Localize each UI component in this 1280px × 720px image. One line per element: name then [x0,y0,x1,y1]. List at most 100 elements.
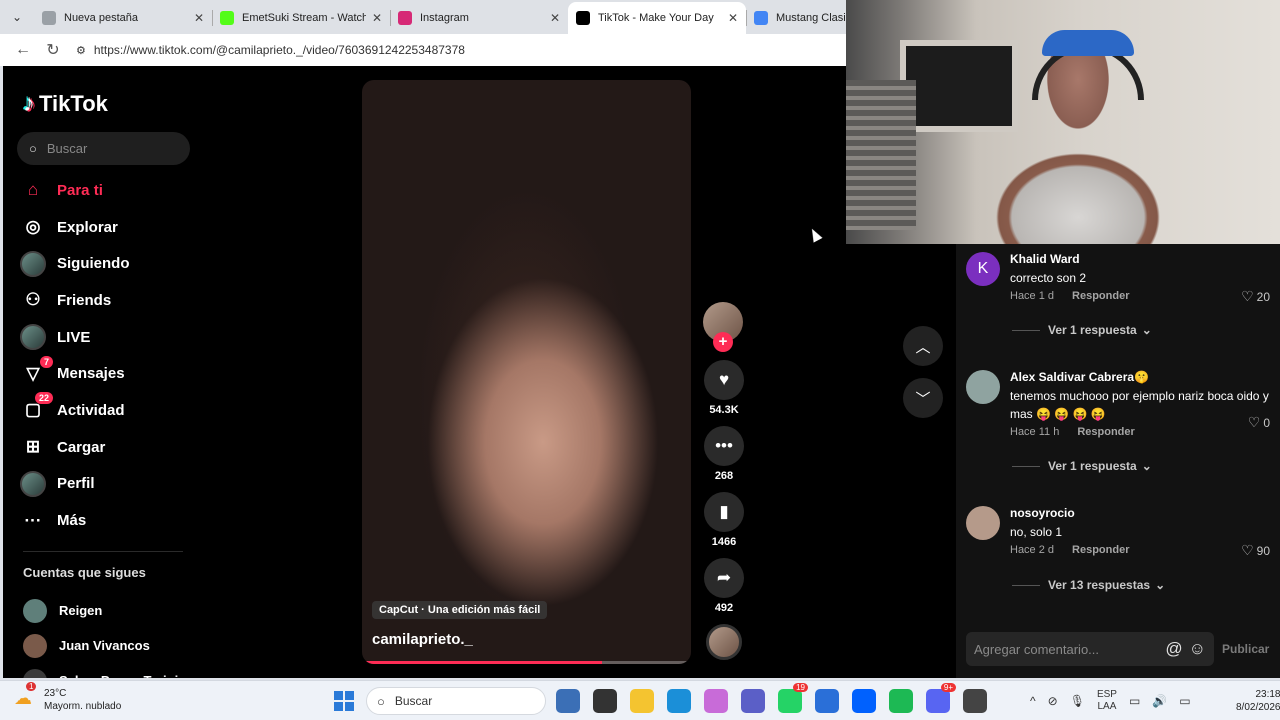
share-icon[interactable]: ➦ [704,558,744,598]
sidebar-item-mensajes[interactable]: ▽ 7 Mensajes [19,355,189,392]
sidebar-item-siguiendo[interactable]: Siguiendo [19,245,189,282]
comment-like-button[interactable]: ♡ 20 [1241,288,1270,305]
browser-tab[interactable]: Nueva pestaña ✕ [34,2,212,34]
following-item[interactable]: Juan Vivancos [23,628,194,663]
comment-time: Hace 11 h [1010,426,1060,438]
bookmark-icon[interactable]: ▮ [704,492,744,532]
clock-date: 8/02/2026 [1236,702,1280,713]
video-progress-bar[interactable] [362,661,691,664]
sidebar-item-live[interactable]: LIVE [19,319,189,356]
reload-icon[interactable]: ↻ [38,40,68,60]
sidebar-item-cargar[interactable]: ⊞ Cargar [19,429,189,466]
sidebar-item-friends[interactable]: ⚇ Friends [19,282,189,319]
url-field[interactable]: ⚙ https://www.tiktok.com/@camilaprieto._… [76,43,465,57]
search-input[interactable]: ○ Buscar [17,132,190,165]
heart-outline-icon: ♡ [1241,542,1254,558]
reply-button[interactable]: Responder [1077,426,1134,438]
dropbox-icon[interactable] [852,689,876,713]
following-name: Sebas Power Training [59,673,194,678]
app-icon[interactable] [963,689,987,713]
comment-item: K Khalid Ward correcto son 2 Hace 1 d Respon… [966,252,1270,305]
comment-author[interactable]: Alex Saldivar Cabrera🤫 [1010,370,1270,384]
comment-item: Alex Saldivar Cabrera🤫 tenemos muchooo po… [966,370,1270,438]
tab-close-icon[interactable]: ✕ [194,11,204,25]
weather-widget[interactable]: ☁ 1 23°C Mayorm. nublado [14,682,121,713]
video-author[interactable]: camilaprieto._ [372,631,473,648]
store-icon[interactable] [815,689,839,713]
reply-button[interactable]: Responder [1072,544,1129,556]
microphone-icon[interactable]: 🎙 [1070,694,1085,708]
comment-icon[interactable]: ••• [704,426,744,466]
battery-icon[interactable]: ▭ [1179,694,1190,708]
url-text[interactable]: https://www.tiktok.com/@camilaprieto._/v… [94,43,465,57]
chevron-up-icon[interactable]: ^ [1030,694,1036,708]
sidebar-item-actividad[interactable]: ▢ 22 Actividad [19,392,189,429]
emoji-icon[interactable]: ☺ [1189,639,1206,659]
next-video-button[interactable]: ﹀ [903,378,943,418]
volume-icon[interactable]: 🔊 [1152,694,1167,708]
sidebar-item-label: Actividad [57,401,125,419]
address-bar: ← ↻ ⚙ https://www.tiktok.com/@camilaprie… [0,34,846,66]
post-comment-button[interactable]: Publicar [1222,642,1269,656]
comment-like-button[interactable]: ♡ 0 [1248,414,1270,431]
taskbar-search[interactable]: ○ Buscar [366,687,546,715]
tab-title: TikTok - Make Your Day [598,12,714,24]
browser-tab[interactable]: EmetSuki Stream - Watch Live ✕ [212,2,390,34]
comment-text: correcto son 2 [1010,271,1087,285]
following-item[interactable]: Sebas Power Training [23,663,194,678]
previous-video-button[interactable]: ︿ [903,326,943,366]
discord-icon[interactable]: 9+ [926,683,956,713]
tab-close-icon[interactable]: ✕ [728,11,738,25]
sidebar-item-explorar[interactable]: ◎ Explorar [19,209,189,246]
avatar[interactable]: K [966,252,1000,286]
browser-tab[interactable]: TikTok - Make Your Day ✕ [568,2,746,34]
sidebar-item-para-ti[interactable]: ⌂ Para ti [19,172,189,209]
following-item[interactable]: Reigen [23,593,194,628]
start-button[interactable] [334,691,354,711]
view-replies-button[interactable]: Ver 13 respuestas ⌄ [1012,578,1165,592]
video-player[interactable]: CapCut · Una edición más fácil camilapri… [362,80,691,664]
file-explorer-icon[interactable] [630,689,654,713]
display-icon[interactable]: ▭ [1129,694,1140,708]
network-status-icon[interactable]: ⊘ [1048,694,1058,708]
chevron-down-icon: ⌄ [1141,459,1152,473]
view-replies-button[interactable]: Ver 1 respuesta ⌄ [1012,459,1152,473]
sidebar-item-más[interactable]: ··· Más [19,502,189,539]
language-indicator[interactable]: ESP LAA [1097,689,1117,713]
teams-icon[interactable] [741,689,765,713]
back-icon[interactable]: ← [8,41,38,59]
whatsapp-icon[interactable]: 19 [778,683,808,713]
tab-search-button[interactable]: ⌄ [0,0,34,34]
avatar[interactable] [966,506,1000,540]
clock[interactable]: 23:18 8/02/2026 [1236,688,1280,714]
terminal-icon[interactable] [593,689,617,713]
comment-author[interactable]: Khalid Ward [1010,252,1270,266]
more-icon: ··· [24,510,42,530]
site-info-icon[interactable]: ⚙ [76,44,86,57]
avatar [23,633,47,658]
music-disc-icon[interactable] [706,624,742,660]
follow-plus-icon[interactable]: + [713,332,733,352]
view-replies-button[interactable]: Ver 1 respuesta ⌄ [1012,323,1152,337]
capcut-tag[interactable]: CapCut · Una edición más fácil [372,601,548,619]
tab-close-icon[interactable]: ✕ [550,11,560,25]
tiktok-logo[interactable]: ♪ TikTok [23,90,108,118]
browser-tab[interactable]: Instagram ✕ [390,2,568,34]
sidebar-item-perfil[interactable]: Perfil [19,466,189,503]
tiktok-note-icon: ♪ [23,90,35,117]
creator-avatar[interactable]: + [703,302,743,352]
weather-widget-icon[interactable] [556,689,580,713]
mention-icon[interactable]: @ [1165,639,1182,659]
comment-like-button[interactable]: ♡ 90 [1241,542,1270,559]
reply-button[interactable]: Responder [1072,290,1129,302]
spotify-icon[interactable] [889,689,913,713]
edge-icon[interactable] [667,689,691,713]
comment-author[interactable]: nosoyrocio [1010,506,1270,520]
like-icon[interactable]: ♥ [704,360,744,400]
avatar[interactable] [966,370,1000,404]
activity-icon: ▢ 22 [19,392,53,424]
comment-input[interactable]: Agregar comentario... @ ☺ [966,632,1214,666]
copilot-icon[interactable] [704,689,728,713]
upload-icon: ⊞ [25,437,41,457]
tab-close-icon[interactable]: ✕ [372,11,382,25]
